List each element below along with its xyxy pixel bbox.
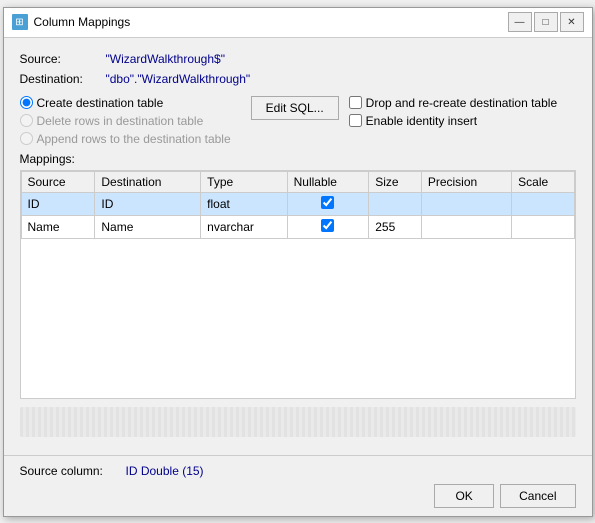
cell-0: ID xyxy=(21,192,95,215)
ok-button[interactable]: OK xyxy=(434,484,494,508)
cell-4: 255 xyxy=(369,215,422,238)
col-type: Type xyxy=(201,171,287,192)
cell-1: Name xyxy=(95,215,201,238)
column-mappings-window: ⊞ Column Mappings — □ ✕ Source: "WizardW… xyxy=(3,7,593,517)
source-row: Source: "WizardWalkthrough$" xyxy=(20,52,576,66)
drop-recreate-option[interactable]: Drop and re-create destination table xyxy=(349,96,557,110)
cell-3 xyxy=(287,215,369,238)
footer: Source column: ID Double (15) OK Cancel xyxy=(4,455,592,516)
source-col-value: ID Double (15) xyxy=(126,464,204,478)
cell-6 xyxy=(512,192,574,215)
source-column-row: Source column: ID Double (15) xyxy=(20,464,576,478)
edit-sql-button[interactable]: Edit SQL... xyxy=(251,96,339,120)
create-table-option[interactable]: Create destination table xyxy=(20,96,231,110)
destination-row: Destination: "dbo"."WizardWalkthrough" xyxy=(20,72,576,86)
col-size: Size xyxy=(369,171,422,192)
checkbox-options: Drop and re-create destination table Ena… xyxy=(349,96,557,128)
enable-identity-option[interactable]: Enable identity insert xyxy=(349,114,557,128)
footer-buttons: OK Cancel xyxy=(20,484,576,508)
table-header-row: Source Destination Type Nullable Size Pr… xyxy=(21,171,574,192)
cell-0: Name xyxy=(21,215,95,238)
source-label: Source: xyxy=(20,52,100,66)
destination-value: "dbo"."WizardWalkthrough" xyxy=(106,72,251,86)
minimize-button[interactable]: — xyxy=(508,12,532,32)
table-row[interactable]: IDIDfloat xyxy=(21,192,574,215)
append-rows-option[interactable]: Append rows to the destination table xyxy=(20,132,231,146)
mappings-table-container[interactable]: Source Destination Type Nullable Size Pr… xyxy=(20,170,576,399)
title-bar: ⊞ Column Mappings — □ ✕ xyxy=(4,8,592,38)
cell-2: float xyxy=(201,192,287,215)
table-row[interactable]: NameNamenvarchar255 xyxy=(21,215,574,238)
mappings-table: Source Destination Type Nullable Size Pr… xyxy=(21,171,575,239)
cell-5 xyxy=(421,215,511,238)
cell-3 xyxy=(287,192,369,215)
cancel-button[interactable]: Cancel xyxy=(500,484,575,508)
cell-1: ID xyxy=(95,192,201,215)
destination-label: Destination: xyxy=(20,72,100,86)
cell-2: nvarchar xyxy=(201,215,287,238)
wavy-decoration xyxy=(20,407,576,437)
close-button[interactable]: ✕ xyxy=(560,12,584,32)
source-value: "WizardWalkthrough$" xyxy=(106,52,225,66)
cell-6 xyxy=(512,215,574,238)
create-table-label: Create destination table xyxy=(37,96,164,110)
source-col-label: Source column: xyxy=(20,464,120,478)
cell-4 xyxy=(369,192,422,215)
drop-recreate-label: Drop and re-create destination table xyxy=(366,96,557,110)
radio-options: Create destination table Delete rows in … xyxy=(20,96,231,146)
cell-5 xyxy=(421,192,511,215)
mappings-section: Mappings: Source Destination Type Nullab… xyxy=(20,152,576,441)
options-row: Create destination table Delete rows in … xyxy=(20,96,576,146)
delete-rows-label: Delete rows in destination table xyxy=(37,114,204,128)
col-source: Source xyxy=(21,171,95,192)
col-scale: Scale xyxy=(512,171,574,192)
content-area: Source: "WizardWalkthrough$" Destination… xyxy=(4,38,592,455)
maximize-button[interactable]: □ xyxy=(534,12,558,32)
window-icon: ⊞ xyxy=(12,14,28,30)
col-destination: Destination xyxy=(95,171,201,192)
col-nullable: Nullable xyxy=(287,171,369,192)
mappings-label: Mappings: xyxy=(20,152,576,166)
window-title: Column Mappings xyxy=(34,15,508,29)
delete-rows-option[interactable]: Delete rows in destination table xyxy=(20,114,231,128)
append-rows-label: Append rows to the destination table xyxy=(37,132,231,146)
col-precision: Precision xyxy=(421,171,511,192)
title-bar-controls: — □ ✕ xyxy=(508,12,584,32)
enable-identity-label: Enable identity insert xyxy=(366,114,477,128)
